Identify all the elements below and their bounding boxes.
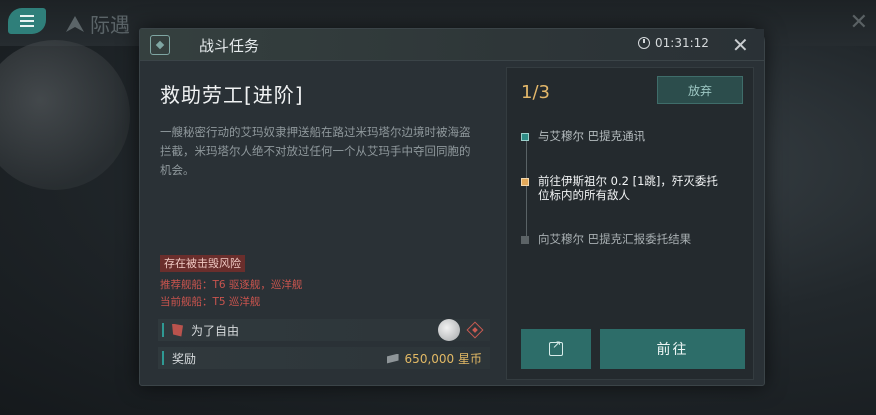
bg-planet xyxy=(0,40,130,190)
reward-amount: 650,000 星币 xyxy=(386,350,482,367)
diamond-icon xyxy=(466,321,484,339)
reward-value: 650,000 星币 xyxy=(404,352,482,366)
logo-icon xyxy=(66,15,84,32)
share-button[interactable] xyxy=(521,329,591,369)
go-button[interactable]: 前往 xyxy=(600,329,745,369)
bg-logo-text: 际遇 xyxy=(90,13,130,37)
objective-step: 前往伊斯祖尔 0.2 [1跳]，歼灭委托位标内的所有敌人 xyxy=(521,174,728,202)
mission-icon xyxy=(150,35,170,55)
reward-label: 奖励 xyxy=(172,351,197,366)
clock-icon xyxy=(638,37,650,49)
step-text: 与艾穆尔 巴提克通讯 xyxy=(538,129,646,143)
current-ships: 当前舰船：T5 巡洋舰 xyxy=(160,296,261,308)
dialog-header: 战斗任务 01:31:12 ✕ xyxy=(140,29,764,61)
objective-step: 向艾穆尔 巴提克汇报委托结果 xyxy=(521,232,728,246)
step-pending-marker xyxy=(521,236,529,244)
credit-icon xyxy=(386,353,399,364)
moon-icon xyxy=(438,319,460,341)
menu-button[interactable] xyxy=(8,8,46,34)
bg-logo: 际遇 xyxy=(66,9,130,38)
bg-close-icon[interactable]: ✕ xyxy=(850,10,868,35)
recommended-ships: 推荐舰船：T6 驱逐舰，巡洋舰 xyxy=(160,279,303,291)
flag-icon xyxy=(172,323,183,337)
close-icon[interactable]: ✕ xyxy=(732,33,749,57)
objective-progress: 1/3 xyxy=(521,82,550,103)
objective-step: 与艾穆尔 巴提克通讯 xyxy=(521,129,728,143)
abandon-button[interactable]: 放弃 xyxy=(657,76,743,104)
objectives-panel: 1/3 放弃 与艾穆尔 巴提克通讯 前往伊斯祖尔 0.2 [1跳]，歼灭委托位标… xyxy=(506,67,754,380)
faction-row: 为了自由 xyxy=(158,319,490,341)
timer-value: 01:31:12 xyxy=(655,36,709,50)
reward-row: 奖励 650,000 星币 xyxy=(158,347,490,369)
dialog-title: 战斗任务 xyxy=(199,37,260,55)
mission-timer: 01:31:12 xyxy=(638,36,709,50)
step-active-marker xyxy=(521,178,529,186)
step-done-marker xyxy=(521,133,529,141)
mission-title: 救助劳工[进阶] xyxy=(160,83,304,107)
step-text: 向艾穆尔 巴提克汇报委托结果 xyxy=(538,232,692,246)
mission-description: 一艘秘密行动的艾玛奴隶押送船在路过米玛塔尔边境时被海盗拦截，米玛塔尔人绝不对放过… xyxy=(160,125,471,177)
menu-icon xyxy=(20,12,34,31)
step-text: 前往伊斯祖尔 0.2 [1跳]，歼灭委托位标内的所有敌人 xyxy=(538,174,718,202)
mission-dialog: 战斗任务 01:31:12 ✕ 救助劳工[进阶] 一艘秘密行动的艾玛奴隶押送船在… xyxy=(139,28,765,386)
risk-badge: 存在被击毁风险 xyxy=(160,255,245,272)
share-icon xyxy=(549,338,563,356)
faction-label: 为了自由 xyxy=(191,323,240,338)
